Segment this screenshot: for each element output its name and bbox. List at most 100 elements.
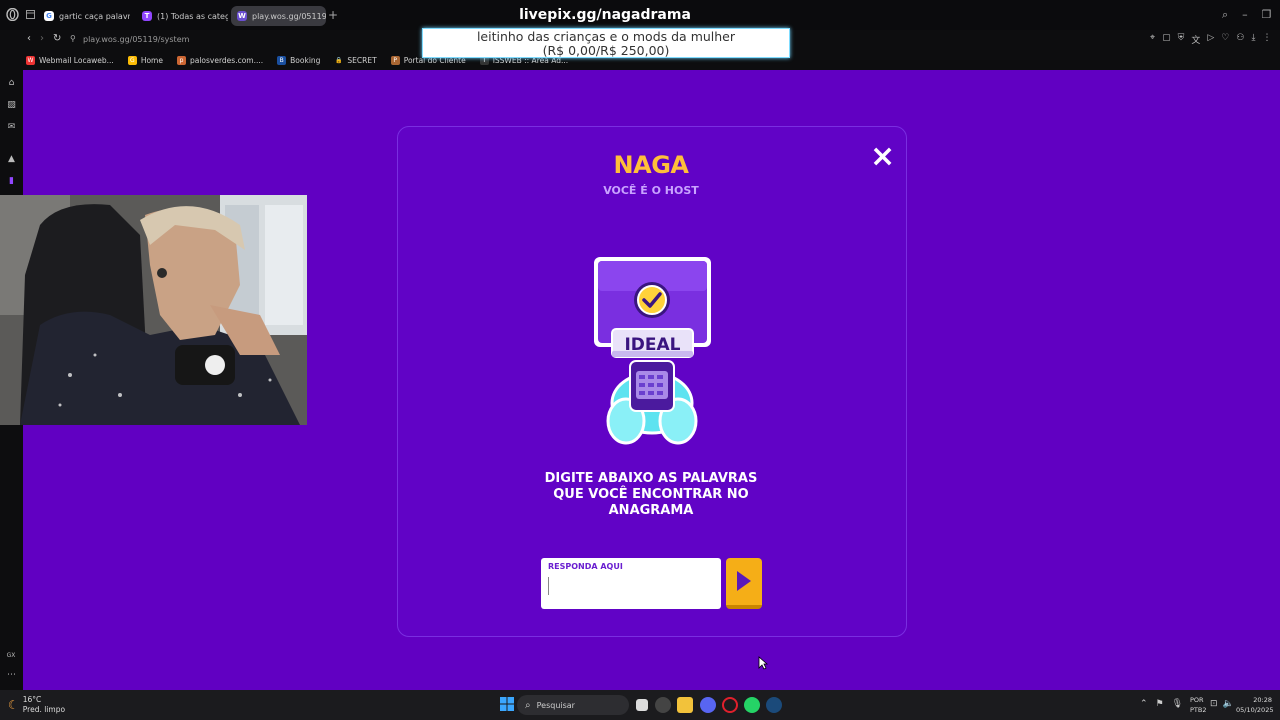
twitch-favicon-icon: T: [142, 11, 152, 21]
windows-taskbar: ☾ 16°C Pred. limpo ⌕ Pesquisar ⌃ ⚑ 🎙 POR…: [0, 690, 1280, 720]
search-placeholder: Pesquisar: [536, 700, 575, 710]
ideal-monitor-illustration: IDEAL: [594, 257, 711, 445]
weather-icon: ☾: [8, 698, 19, 712]
whatsapp-icon[interactable]: [744, 697, 760, 713]
text-caret: [548, 577, 549, 595]
play-arrow-icon: [737, 571, 751, 591]
file-explorer-icon[interactable]: [677, 697, 693, 713]
download-icon[interactable]: ⤓: [1251, 33, 1255, 46]
bookmark-label: Booking: [290, 56, 321, 65]
submit-answer-button[interactable]: [726, 558, 762, 609]
bag-icon[interactable]: ⌂: [6, 78, 17, 89]
taskbar-search[interactable]: ⌕ Pesquisar: [517, 695, 629, 715]
steam-icon[interactable]: [766, 697, 782, 713]
tray-status-icons: ⊡ 🔈: [1210, 699, 1234, 709]
mouse-cursor-icon: [758, 656, 768, 670]
instruction-text: DIGITE ABAIXO AS PALAVRAS QUE VOCÊ ENCON…: [544, 471, 758, 518]
new-tab-icon[interactable]: +: [328, 8, 338, 22]
weather-desc: Pred. limpo: [22, 705, 66, 714]
menu-icon[interactable]: ⋮: [1262, 33, 1271, 46]
clock-time: 20:28: [1253, 696, 1272, 704]
bookmarks-bar: W Webmail Locaweb... G Home p palosverdes.c…: [0, 51, 1280, 70]
wos-favicon-icon: W: [237, 11, 247, 21]
opera-gx-icon[interactable]: [722, 697, 738, 713]
weather-widget[interactable]: ☾ 16°C Pred. limpo: [8, 695, 65, 715]
search-tabs-icon[interactable]: ⌕: [1222, 8, 1228, 22]
bookmark-label: Portal do Cliente: [403, 56, 466, 65]
tray-chevron-icon[interactable]: ⌃: [1140, 699, 1148, 709]
streamer-webcam: [0, 195, 307, 425]
discord-icon[interactable]: [700, 697, 716, 713]
window-controls: ⌕ – ❐ ✕: [1222, 8, 1280, 22]
browser-toolbar-icons: ⌖ ▢ ⛨ 文 ▷ ♡ ⚇ ⤓ ⋮: [1150, 33, 1271, 46]
player-name: NAGA: [613, 151, 689, 179]
reload-icon[interactable]: ↻: [53, 33, 61, 44]
bookmark-label: Home: [140, 56, 163, 65]
shield-icon[interactable]: ⛨: [1178, 33, 1185, 46]
google-favicon-icon: G: [44, 11, 54, 21]
bookmark-webmail[interactable]: W Webmail Locaweb...: [26, 56, 114, 65]
lang-code: POR: [1190, 696, 1204, 704]
bookmark-portal[interactable]: P Portal do Cliente: [390, 56, 466, 65]
webcam-image: [0, 195, 307, 425]
url-field[interactable]: play.wos.gg/05119/system: [83, 35, 189, 44]
back-icon[interactable]: ‹: [27, 33, 31, 44]
snapshot-icon[interactable]: ▢: [1162, 33, 1171, 46]
check-icon: [634, 282, 670, 318]
system-tray: ⌃ ⚑ 🎙: [1140, 699, 1183, 709]
minimize-icon[interactable]: –: [1242, 8, 1248, 22]
translate-icon[interactable]: 文: [1191, 33, 1200, 46]
lock-icon: 🔒: [335, 57, 343, 64]
booking-icon: B: [277, 56, 287, 65]
answer-input[interactable]: [547, 574, 712, 602]
aria-icon[interactable]: ▨: [6, 100, 17, 111]
answer-input-box[interactable]: RESPONDA AQUI: [541, 558, 721, 609]
clock[interactable]: 20:28 05/10/2025: [1236, 695, 1274, 715]
clock-date: 05/10/2025: [1236, 706, 1274, 714]
ideal-badge-text: IDEAL: [624, 335, 680, 355]
task-view-icon[interactable]: [636, 699, 648, 711]
address-bar: ‹ › ↻ ⚲ play.wos.gg/05119/system ⌖ ▢ ⛨ 文…: [0, 30, 1280, 51]
network-icon[interactable]: ⊡: [1210, 699, 1218, 709]
bookmark-palosverdes[interactable]: p palosverdes.com....: [176, 56, 264, 65]
heart-icon[interactable]: ♡: [1221, 33, 1229, 46]
forward-icon[interactable]: ›: [40, 33, 44, 44]
tab-menu-icon[interactable]: [26, 10, 35, 19]
bookmark-label: palosverdes.com....: [189, 56, 264, 65]
tab-label: (1) Todas as categorias -: [157, 11, 228, 21]
language-indicator[interactable]: POR PTB2: [1190, 695, 1207, 715]
tab-twitch[interactable]: T (1) Todas as categorias -: [136, 6, 228, 26]
restore-icon[interactable]: ❐: [1262, 8, 1272, 22]
play-icon[interactable]: ▷: [1207, 33, 1214, 46]
pin-icon[interactable]: ⌖: [1150, 33, 1155, 46]
palosverdes-icon: p: [176, 56, 186, 65]
weather-temp: 16°C: [22, 695, 42, 704]
bookmark-issweb[interactable]: I ISSWEB :: Área Ad...: [479, 56, 569, 65]
bookmark-label: SECRET: [347, 56, 377, 65]
opera-logo-icon[interactable]: [6, 8, 19, 21]
more-icon[interactable]: ⋯: [6, 670, 17, 681]
tab-wos[interactable]: W play.wos.gg/05119/system: [231, 6, 326, 26]
bookmark-label: Webmail Locaweb...: [39, 56, 114, 65]
bookmark-booking[interactable]: B Booking: [277, 56, 320, 65]
bookmark-label: ISSWEB :: Área Ad...: [492, 56, 569, 65]
gx-label[interactable]: GX: [5, 650, 17, 661]
volume-icon[interactable]: 🔈: [1223, 699, 1234, 709]
bookmark-secret[interactable]: 🔒 SECRET: [334, 56, 377, 65]
hands-controller-icon: [606, 360, 698, 445]
site-info-icon[interactable]: ⚲: [70, 34, 76, 43]
messenger-icon[interactable]: ✉: [6, 122, 17, 133]
windows-start-icon[interactable]: [500, 697, 514, 711]
portal-icon: P: [390, 56, 400, 65]
account-icon[interactable]: ⚇: [1236, 33, 1244, 46]
bookmark-home[interactable]: G Home: [127, 56, 163, 65]
keyboard-layout: PTB2: [1190, 706, 1207, 714]
microphone-icon[interactable]: 🎙: [1172, 699, 1183, 709]
tab-label: gartic caça palavras - Pe: [59, 11, 130, 21]
tab-gartic[interactable]: G gartic caça palavras - Pe: [38, 6, 130, 26]
google-icon: G: [127, 56, 137, 65]
webmail-icon: W: [26, 56, 35, 65]
browser-tab-bar: G gartic caça palavras - Pe T (1) Todas …: [0, 0, 1280, 30]
tray-app-icon[interactable]: ⚑: [1156, 699, 1164, 709]
github-icon[interactable]: [655, 697, 671, 713]
